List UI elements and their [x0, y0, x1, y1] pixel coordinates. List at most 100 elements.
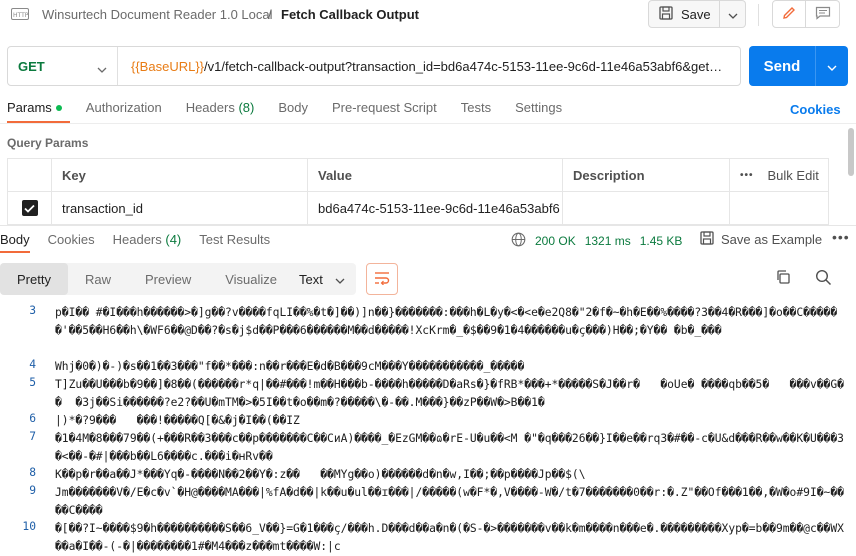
tab-body[interactable]: Body [278, 100, 308, 122]
line-text: p�I�� #�I���h������>�]g��?v����fqLI��%�t… [55, 306, 838, 337]
tab-authorization[interactable]: Authorization [86, 100, 162, 122]
copy-icon[interactable] [775, 269, 791, 288]
response-time[interactable]: 1321 ms [585, 234, 631, 248]
send-options-button[interactable] [815, 46, 848, 86]
status-code[interactable]: 200 OK [535, 234, 576, 248]
param-checkbox[interactable] [21, 200, 38, 216]
format-pretty[interactable]: Pretty [0, 263, 68, 295]
line-number: 7 [29, 430, 36, 443]
response-more-button[interactable]: ••• [832, 229, 850, 245]
breadcrumb-separator: / [268, 7, 272, 22]
chevron-down-icon [335, 272, 345, 287]
response-tab-test-results[interactable]: Test Results [199, 232, 270, 250]
save-button[interactable]: Save [648, 0, 720, 28]
line-text: |)*�?9��� ���!�����Q[�&�j�I��(��IZ [55, 414, 300, 427]
tab-headers[interactable]: Headers (8) [186, 100, 255, 122]
save-as-example-button[interactable]: Save as Example [700, 231, 822, 248]
query-params-table: Key Value Description ••• Bulk Edit tran… [7, 158, 829, 225]
format-type-select[interactable]: Text [288, 263, 356, 295]
param-value[interactable]: bd6a474c-5153-11ee-9c6d-11e46a53abf6 [307, 192, 562, 224]
format-visualize[interactable]: Visualize [208, 263, 294, 295]
response-tab-headers[interactable]: Headers (4) [113, 232, 182, 250]
comment-icon [815, 6, 831, 23]
collection-breadcrumb[interactable]: Winsurtech Document Reader 1.0 Local [42, 7, 273, 22]
request-url-bar: GET {{BaseURL}}/v1/fetch-callback-output… [7, 46, 741, 86]
line-text: Jm�������V�/E�c�v`�H@����MA���|%fA�d��|k… [55, 486, 844, 517]
tab-pre-request-script[interactable]: Pre-request Script [332, 100, 437, 122]
response-tab-cookies[interactable]: Cookies [48, 232, 95, 250]
format-raw[interactable]: Raw [68, 263, 128, 295]
url-path: /v1/fetch-callback-output?transaction_id… [204, 58, 728, 74]
code-line: 10 �[��?I~����$9�h����������S��6_V��}=G�… [0, 520, 856, 553]
wrap-lines-icon [374, 271, 390, 288]
table-header-row: Key Value Description ••• Bulk Edit [7, 159, 829, 192]
header-description: Description [562, 159, 729, 191]
query-params-title: Query Params [7, 136, 89, 150]
code-line: 5 T]Zu��U���b�9��]�8��(������r*q|��#���!… [0, 376, 856, 409]
wrap-lines-button[interactable] [366, 263, 398, 295]
cookies-link[interactable]: Cookies [790, 102, 841, 117]
response-size[interactable]: 1.45 KB [640, 234, 683, 248]
response-divider[interactable] [0, 225, 856, 226]
edit-button[interactable] [772, 0, 806, 28]
url-input[interactable]: {{BaseURL}}/v1/fetch-callback-output?tra… [118, 59, 728, 74]
save-icon [659, 5, 673, 23]
chevron-down-icon [827, 59, 837, 74]
headers-count: (8) [238, 100, 255, 115]
method-select[interactable]: GET [8, 47, 118, 85]
response-headers-count: (4) [165, 232, 182, 247]
save-icon [700, 231, 714, 248]
line-number: 5 [29, 376, 36, 389]
tab-tests[interactable]: Tests [461, 100, 491, 122]
response-meta: 200 OK 1321 ms 1.45 KB [511, 232, 682, 250]
params-scrollbar[interactable] [848, 128, 854, 176]
chevron-down-icon [97, 61, 107, 76]
globe-icon[interactable] [511, 232, 526, 250]
toolbar-divider [758, 4, 759, 26]
tab-params[interactable]: Params [7, 100, 70, 123]
tab-settings[interactable]: Settings [515, 100, 562, 122]
header-actions: ••• Bulk Edit [729, 159, 829, 191]
save-as-example-label: Save as Example [721, 232, 823, 247]
code-line: 7 �1�4M�8���79��(+���R��3���c��p�������C… [0, 430, 856, 463]
line-text: K��p�r��a��J*���Yq�-����N��2��Y�:z�� ��M… [55, 468, 586, 481]
param-checkbox-cell [7, 192, 51, 224]
request-tabs: Params Authorization Headers (8) Body Pr… [7, 100, 586, 123]
line-text: T]Zu��U���b�9��]�8��(������r*q|��#���!m�… [55, 378, 844, 409]
params-active-dot [55, 104, 62, 111]
comments-button[interactable] [806, 0, 840, 28]
format-bar: Pretty Raw Preview Visualize Text [0, 260, 856, 298]
response-tabs: Body Cookies Headers (4) Test Results [0, 232, 288, 253]
line-text: �[��?I~����$9�h����������S��6_V��}=G�1��… [55, 522, 844, 553]
save-label: Save [681, 6, 711, 22]
line-text: Whj�0�)�-)�s��1��3���"f��*���:n��r���E�d… [55, 360, 525, 373]
header-key: Key [51, 159, 307, 191]
base-url-variable: {{BaseURL}} [131, 58, 205, 74]
more-options-button[interactable]: ••• [740, 170, 754, 181]
response-tab-body[interactable]: Body [0, 232, 30, 253]
save-options-button[interactable] [720, 0, 746, 28]
line-number: 4 [29, 358, 36, 371]
line-number: 6 [29, 412, 36, 425]
param-description[interactable] [562, 192, 729, 224]
format-tabs: Pretty Raw Preview Visualize [0, 263, 295, 295]
header-checkbox-cell [7, 159, 51, 191]
pencil-icon [781, 5, 797, 24]
line-number: 8 [29, 466, 36, 479]
method-label: GET [18, 58, 45, 74]
request-title[interactable]: Fetch Callback Output [281, 7, 419, 22]
format-preview[interactable]: Preview [128, 263, 208, 295]
search-icon[interactable] [815, 269, 832, 289]
line-number: 3 [29, 304, 36, 317]
header-value: Value [307, 159, 562, 191]
http-icon: HTTP [11, 5, 29, 21]
send-button[interactable]: Send [749, 46, 815, 86]
tabs-divider [0, 123, 856, 124]
param-key[interactable]: transaction_id [51, 192, 307, 224]
chevron-down-icon [728, 7, 738, 22]
response-body-code[interactable]: 3 p�I�� #�I���h������>�]g��?v����fqLI��%… [0, 300, 856, 556]
bulk-edit-button[interactable]: Bulk Edit [768, 168, 819, 183]
line-number: 9 [29, 484, 36, 497]
line-number: 10 [22, 520, 36, 533]
svg-text:HTTP: HTTP [13, 12, 29, 19]
